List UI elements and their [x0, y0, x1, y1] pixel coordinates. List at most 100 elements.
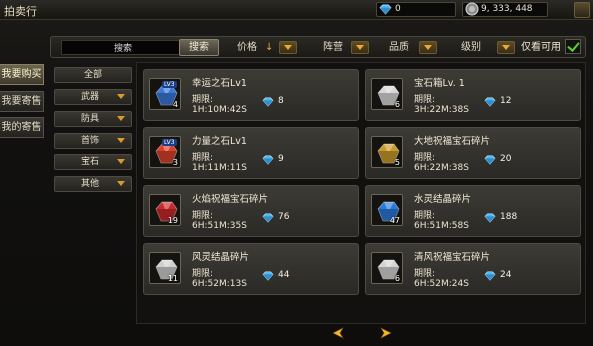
chevron-down-icon [117, 94, 125, 99]
price-amount: 76 [278, 212, 290, 222]
price-amount: 20 [500, 154, 512, 164]
tab-consign[interactable]: 我要寄售 [0, 91, 44, 112]
search-input[interactable] [61, 40, 181, 55]
category-other[interactable]: 其他 [54, 176, 132, 192]
only-usable-label: 仅看可用 [521, 42, 561, 53]
prev-page-button[interactable] [331, 327, 345, 339]
listing-price: 20 [484, 154, 512, 165]
stack-count: 11 [167, 274, 178, 283]
chevron-down-icon[interactable] [497, 41, 515, 54]
item-name: 大地祝福宝石碎片 [414, 136, 491, 147]
tab-buy[interactable]: 我要购买 [0, 64, 44, 85]
listing-card[interactable]: 6 清风祝福宝石碎片 期限: 6H:52M:24S 24 [365, 243, 581, 295]
deadline-label: 期限: [414, 211, 436, 221]
diamond-icon [262, 271, 274, 281]
sort-down-icon[interactable]: ↓ [265, 39, 273, 56]
deadline-value: 6H:22M:38S [414, 163, 469, 173]
chevron-down-icon [117, 159, 125, 164]
camp-filter[interactable]: 阵营 [309, 39, 371, 56]
listing-card[interactable]: LV3 3 力量之石Lv1 期限: 1H:11M:11S 9 [143, 127, 359, 179]
listing-panel: LV3 4 幸运之石Lv1 期限: 1H:10M:42S 8 6 宝石箱Lv. 1 期限: 3H:… [136, 62, 586, 324]
listing-card[interactable]: 5 大地祝福宝石碎片 期限: 6H:22M:38S 20 [365, 127, 581, 179]
listing-price: 24 [484, 270, 511, 281]
listing-price: 8 [262, 96, 284, 107]
window-title: 拍卖行 [4, 5, 37, 18]
diamond-icon [262, 213, 274, 223]
price-filter-label: 价格 [237, 42, 257, 53]
item-name: 宝石箱Lv. 1 [414, 78, 465, 89]
deadline-value: 1H:10M:42S [192, 105, 247, 115]
deadline-label: 期限: [414, 95, 436, 105]
listing-card[interactable]: LV3 4 幸运之石Lv1 期限: 1H:10M:42S 8 [143, 69, 359, 121]
close-button[interactable] [574, 2, 590, 18]
chevron-down-icon[interactable] [419, 41, 437, 54]
listing-card[interactable]: 19 火焰祝福宝石碎片 期限: 6H:51M:35S 76 [143, 185, 359, 237]
listing-card[interactable]: 47 水灵结晶碎片 期限: 6H:51M:58S 188 [365, 185, 581, 237]
deadline-label: 期限: [192, 95, 214, 105]
wind-crystal-shard-icon: 11 [149, 252, 181, 284]
level-filter[interactable]: 级别 [461, 39, 517, 56]
category-weapon[interactable]: 武器 [54, 89, 132, 105]
deadline-value: 6H:51M:35S [192, 221, 247, 231]
quality-filter-label: 品质 [389, 42, 409, 53]
stack-count: 3 [172, 158, 178, 167]
fire-gem-shard-icon: 19 [149, 194, 181, 226]
search-button[interactable]: 搜索 [179, 39, 219, 56]
price-amount: 44 [278, 270, 290, 280]
item-name: 火焰祝福宝石碎片 [192, 194, 269, 205]
deadline-value: 1H:11M:11S [192, 163, 247, 173]
listing-card[interactable]: 11 风灵结晶碎片 期限: 6H:52M:13S 44 [143, 243, 359, 295]
stack-count: 6 [394, 100, 400, 109]
diamond-icon [484, 213, 496, 223]
chevron-down-icon[interactable] [279, 41, 297, 54]
deadline-label: 期限: [414, 153, 436, 163]
category-label: 其他 [81, 179, 100, 189]
category-label: 武器 [81, 92, 100, 102]
silver-coin-icon [465, 2, 479, 16]
category-label: 防具 [81, 114, 100, 124]
earth-gem-shard-icon: 5 [371, 136, 403, 168]
category-jewelry[interactable]: 首饰 [54, 133, 132, 149]
listing-card[interactable]: 6 宝石箱Lv. 1 期限: 3H:22M:38S 12 [365, 69, 581, 121]
listing-price: 12 [484, 96, 512, 107]
diamond-icon [484, 271, 496, 281]
diamond-amount: 0 [395, 4, 401, 14]
next-page-button[interactable] [379, 327, 393, 339]
item-name: 清风祝福宝石碎片 [414, 252, 491, 263]
listing-price: 44 [262, 270, 290, 281]
chevron-down-icon [117, 138, 125, 143]
deadline-label: 期限: [414, 269, 436, 279]
deadline-value: 6H:52M:24S [414, 279, 469, 289]
diamond-icon [484, 155, 496, 165]
diamond-balance: 0 [376, 2, 456, 17]
category-armor[interactable]: 防具 [54, 111, 132, 127]
listing-price: 188 [484, 212, 517, 223]
stack-count: 5 [394, 158, 400, 167]
camp-filter-label: 阵营 [323, 42, 343, 53]
price-amount: 9 [278, 154, 284, 164]
category-label: 全部 [83, 70, 102, 80]
stack-count: 19 [167, 216, 178, 225]
chevron-down-icon [117, 116, 125, 121]
diamond-icon [484, 97, 496, 107]
level-badge: LV3 [162, 81, 177, 88]
silver-amount: 9, 333, 448 [481, 4, 533, 14]
category-all[interactable]: 全部 [54, 67, 132, 83]
lucky-stone-icon: LV3 4 [149, 78, 181, 110]
price-amount: 12 [500, 96, 512, 106]
diamond-icon [379, 4, 392, 15]
deadline-label: 期限: [192, 269, 214, 279]
only-usable-checkbox[interactable] [565, 39, 581, 54]
chevron-down-icon [117, 181, 125, 186]
price-filter[interactable]: 价格 ↓ [237, 39, 301, 56]
category-gem[interactable]: 宝石 [54, 154, 132, 170]
search-filter-bar: 搜索 价格 ↓ 阵营 品质 级别 仅看可用 [50, 36, 586, 58]
tab-my-consignments[interactable]: 我的寄售 [0, 117, 44, 138]
power-stone-icon: LV3 3 [149, 136, 181, 168]
stack-count: 47 [389, 216, 400, 225]
deadline-label: 期限: [192, 153, 214, 163]
deadline-label: 期限: [192, 211, 214, 221]
water-crystal-shard-icon: 47 [371, 194, 403, 226]
quality-filter[interactable]: 品质 [373, 39, 439, 56]
chevron-down-icon[interactable] [351, 41, 369, 54]
